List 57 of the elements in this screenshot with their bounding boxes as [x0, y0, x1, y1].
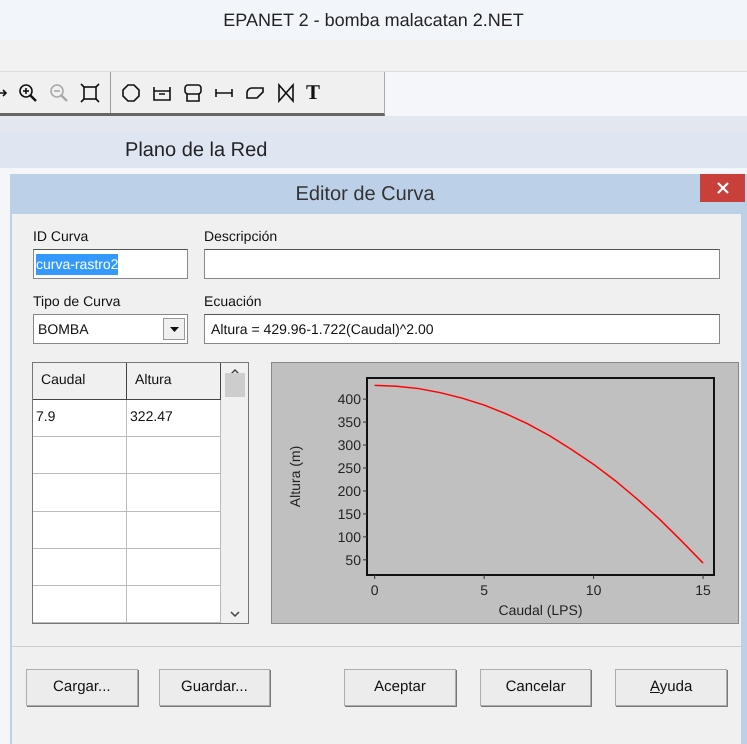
y-tick-label: 350: [338, 414, 362, 430]
zoom-in-icon[interactable]: [17, 82, 39, 104]
field-label: Descripción: [204, 227, 278, 246]
valve-icon[interactable]: [275, 82, 297, 104]
scroll-up-icon[interactable]: [230, 369, 240, 375]
dialog-button[interactable]: Guardar...: [158, 669, 270, 706]
y-tick-label: 250: [338, 460, 362, 476]
curve-type-dropdown[interactable]: BOMBA: [33, 314, 188, 344]
x-tick: 5: [480, 574, 488, 598]
y-tick-label: 400: [338, 391, 362, 408]
x-tick: 10: [586, 574, 602, 598]
y-tick: 300: [338, 437, 368, 454]
x-tick: 15: [695, 574, 711, 598]
y-tick: 200: [338, 482, 368, 499]
x-tick: 0: [370, 574, 379, 598]
x-tick-label: 5: [480, 582, 488, 598]
dropdown-arrow-button[interactable]: [163, 318, 185, 340]
caret-icon: [170, 326, 178, 332]
id-value: curva-rastro2: [36, 254, 118, 274]
equation-field[interactable]: Altura = 429.96-1.722(Caudal)^2.00: [204, 314, 720, 344]
y-tick: 100: [338, 528, 368, 545]
field-label: ID Curva: [33, 227, 90, 246]
y-tick: 400: [338, 391, 368, 408]
y-tick: 50: [345, 552, 368, 568]
close-button[interactable]: [700, 174, 745, 202]
y-tick: 150: [338, 506, 368, 522]
dialog-button[interactable]: Aceptar: [344, 669, 456, 706]
y-axis-label: Altura (m): [287, 446, 303, 508]
scrollbar-thumb[interactable]: [224, 373, 244, 397]
field-label: Ecuación: [204, 292, 263, 311]
description-field[interactable]: [204, 249, 720, 279]
column-header[interactable]: Caudal: [33, 363, 127, 400]
x-tick-label: 0: [370, 582, 379, 598]
y-tick-label: 150: [338, 506, 362, 522]
field-label: Tipo de Curva: [33, 292, 122, 311]
y-tick-label: 300: [338, 437, 362, 454]
close-icon: [716, 182, 728, 194]
tank-icon[interactable]: [182, 82, 204, 104]
x-tick-label: 10: [586, 582, 602, 598]
x-axis-label: Caudal (LPS): [498, 602, 583, 618]
y-tick-label: 100: [338, 528, 362, 545]
scroll-down-icon[interactable]: [230, 611, 240, 617]
table-cell[interactable]: 7.9: [33, 400, 127, 436]
map-window-title: Plano de la Red: [125, 138, 268, 163]
y-tick: 250: [338, 460, 368, 476]
dialog-button[interactable]: Cargar...: [26, 669, 138, 706]
octagon-icon[interactable]: [120, 82, 142, 104]
y-tick: 350: [338, 414, 368, 430]
dialog-button[interactable]: Ayuda: [615, 669, 727, 706]
y-tick-label: 50: [345, 552, 362, 568]
full-extent-icon[interactable]: [79, 82, 101, 104]
dialog-button[interactable]: Cancelar: [480, 669, 592, 706]
text-tool[interactable]: T: [306, 82, 320, 103]
scrollbar[interactable]: [221, 363, 248, 623]
dialog-title: Editor de Curva: [294, 182, 436, 207]
x-tick-label: 15: [695, 582, 712, 598]
y-tick-label: 200: [338, 482, 362, 499]
